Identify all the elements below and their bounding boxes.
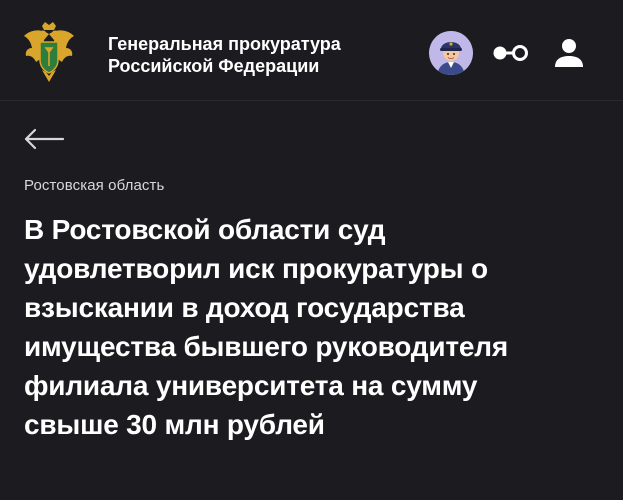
app-header: Генеральная прокуратура Российской Федер… <box>0 0 623 101</box>
article-title-line: В Ростовской области суд <box>24 214 386 245</box>
article-title-line: имущества бывшего руководителя <box>24 331 508 362</box>
glasses-icon[interactable] <box>490 40 530 66</box>
organization-name-line1: Генеральная прокуратура <box>108 34 341 54</box>
prosecutor-emblem-icon[interactable] <box>22 20 76 86</box>
article-title-line: свыше 30 млн рублей <box>24 409 325 440</box>
organization-name-line2: Российской Федерации <box>108 56 320 76</box>
article-title: В Ростовской области суд удовлетворил ис… <box>24 210 614 444</box>
article-title-line: взыскании в доход государства <box>24 292 465 323</box>
assistant-avatar-button[interactable] <box>429 31 473 75</box>
arrow-left-icon[interactable] <box>22 126 66 152</box>
article-title-line: филиала университета на сумму <box>24 370 478 401</box>
article-title-line: удовлетворил иск прокуратуры о <box>24 253 488 284</box>
user-icon[interactable] <box>552 36 586 70</box>
organization-name[interactable]: Генеральная прокуратура Российской Федер… <box>108 33 341 77</box>
article-region[interactable]: Ростовская область <box>24 177 164 194</box>
assistant-avatar-icon <box>429 31 473 75</box>
